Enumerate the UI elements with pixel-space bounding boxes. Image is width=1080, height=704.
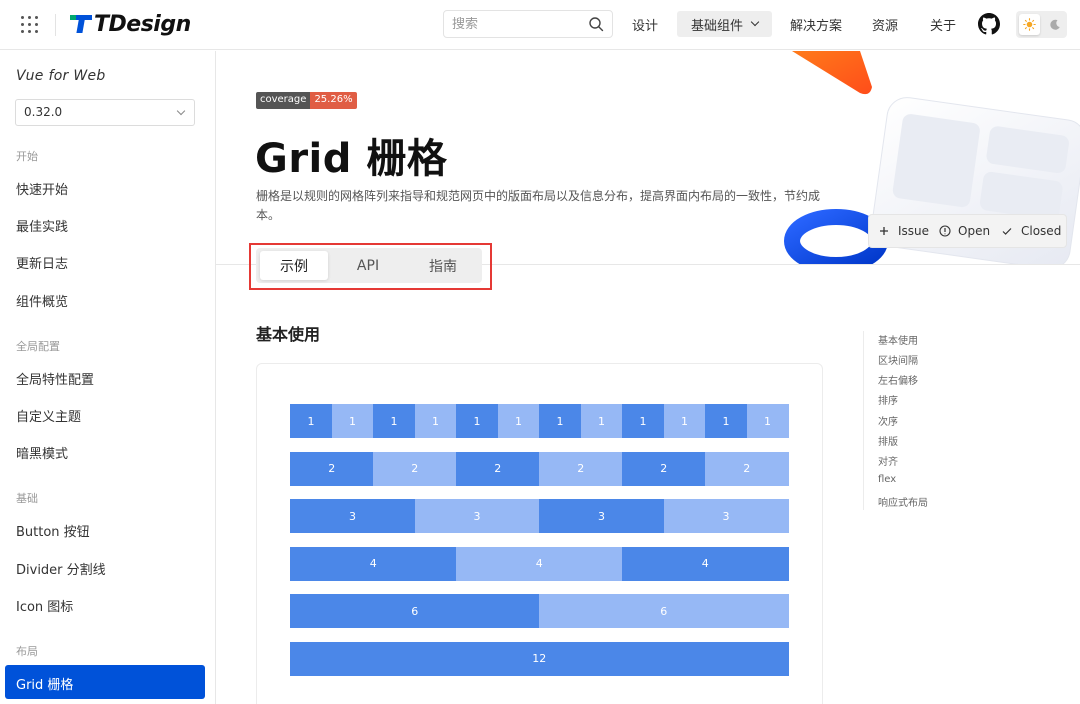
coverage-badge: coverage 25.26% (256, 92, 357, 109)
grid-row: 66 (290, 594, 789, 628)
grid-col: 2 (539, 451, 623, 486)
anchor-item-sort[interactable]: 排序 (878, 392, 898, 407)
sidebar-group-basic: 基础 (16, 492, 38, 505)
grid-col: 1 (456, 404, 498, 438)
grid-col: 1 (663, 404, 706, 438)
grid-row: 111111111111 (290, 404, 789, 438)
header-divider (55, 14, 56, 36)
apps-grid-icon[interactable] (20, 15, 40, 35)
grid-col: 2 (290, 451, 374, 486)
grid-col: 2 (456, 451, 540, 486)
sidebar-group-global-config: 全局配置 (16, 340, 60, 353)
grid-col: 1 (539, 404, 581, 438)
sidebar-item-divider[interactable]: Divider 分割线 (16, 559, 106, 578)
anchor-item-align[interactable]: 对齐 (878, 453, 898, 468)
grid-row: 444 (290, 546, 789, 581)
tdesign-logo[interactable]: TDesign (70, 9, 191, 39)
top-header: TDesign 设计 基础组件 解决方案 资源 关于 (0, 0, 1080, 50)
sidebar-item-custom-theme[interactable]: 自定义主题 (16, 406, 81, 425)
issue-bar: Issue Open Closed (868, 214, 1067, 248)
nav-resources[interactable]: 资源 (864, 11, 906, 37)
tab-highlight-box (249, 243, 492, 290)
sidebar-item-quick-start[interactable]: 快速开始 (16, 179, 68, 198)
grid-col: 2 (622, 451, 706, 486)
moon-icon[interactable] (1045, 14, 1065, 35)
grid-row: 3333 (290, 499, 789, 533)
version-select[interactable]: 0.32.0 (15, 99, 195, 126)
anchor-item-order[interactable]: 次序 (878, 413, 898, 428)
sidebar-item-grid[interactable]: Grid 栅格 (5, 665, 205, 699)
github-icon[interactable] (978, 13, 1000, 35)
search-icon[interactable] (588, 16, 604, 32)
sidebar-item-icon[interactable]: Icon 图标 (16, 596, 73, 615)
logo-text: TDesign (94, 11, 191, 37)
grid-col: 1 (414, 404, 457, 438)
grid-col: 1 (746, 404, 789, 438)
grid-col: 6 (290, 594, 540, 628)
nav-about[interactable]: 关于 (922, 11, 964, 37)
grid-col: 2 (705, 451, 789, 486)
grid-col: 3 (539, 499, 664, 533)
grid-col: 3 (290, 499, 415, 533)
anchor-item-layout[interactable]: 排版 (878, 433, 898, 448)
anchor-item-gutter[interactable]: 区块间隔 (878, 352, 918, 367)
page-title: Grid 栅格 (255, 136, 448, 182)
grid-row: 222222 (290, 451, 789, 486)
sidebar-item-button[interactable]: Button 按钮 (16, 521, 90, 540)
info-circle-icon (939, 225, 951, 237)
anchor-line (863, 331, 864, 510)
check-icon (1002, 228, 1012, 235)
chevron-down-icon (176, 106, 186, 116)
badge-label: coverage (256, 92, 311, 109)
nav-design[interactable]: 设计 (624, 11, 666, 37)
grid-col: 12 (290, 641, 789, 676)
anchor-item-flex[interactable]: flex (878, 474, 896, 485)
section-title: 基本使用 (256, 325, 321, 344)
closed-issues-button[interactable]: Closed (1001, 224, 1061, 238)
anchor-item-offset[interactable]: 左右偏移 (878, 372, 918, 387)
page-description: 栅格是以规则的网格阵列来指导和规范网页中的版面布局以及信息分布，提高界面内布局的… (256, 189, 821, 222)
grid-col: 1 (705, 404, 747, 438)
nav-components[interactable]: 基础组件 (677, 11, 772, 37)
badge-value: 25.26% (310, 92, 357, 109)
search-box[interactable] (443, 10, 613, 38)
issue-button[interactable]: Issue (879, 224, 929, 238)
sidebar-item-global-config[interactable]: 全局特性配置 (16, 369, 94, 388)
grid-row: 12 (290, 641, 789, 676)
grid-col: 3 (663, 499, 789, 533)
sun-icon[interactable] (1019, 14, 1040, 35)
grid-col: 4 (622, 546, 789, 581)
grid-col: 4 (290, 546, 457, 581)
grid-col: 6 (539, 594, 789, 628)
open-issues-button[interactable]: Open (939, 224, 990, 238)
sidebar: Vue for Web 0.32.0 开始 快速开始 最佳实践 更新日志 组件概… (0, 51, 216, 704)
sidebar-item-changelog[interactable]: 更新日志 (16, 253, 68, 272)
anchor-item-basic[interactable]: 基本使用 (878, 332, 918, 347)
grid-col: 1 (580, 404, 623, 438)
grid-col: 1 (290, 404, 332, 438)
grid-col: 1 (497, 404, 540, 438)
search-input[interactable] (452, 16, 582, 32)
grid-col: 2 (373, 451, 457, 486)
grid-col: 4 (456, 546, 623, 581)
grid-col: 1 (622, 404, 664, 438)
sidebar-item-best-practice[interactable]: 最佳实践 (16, 216, 68, 235)
sidebar-title: Vue for Web (16, 68, 106, 84)
grid-col: 3 (414, 499, 540, 533)
grid-col: 1 (331, 404, 374, 438)
tdesign-logo-icon (70, 13, 92, 35)
chevron-down-icon (750, 17, 760, 27)
sidebar-item-dark-mode[interactable]: 暗黑模式 (16, 443, 68, 462)
sidebar-group-start: 开始 (16, 150, 38, 163)
sidebar-item-overview[interactable]: 组件概览 (16, 291, 68, 310)
plus-icon (880, 227, 888, 235)
sidebar-group-layout: 布局 (16, 645, 38, 658)
version-value: 0.32.0 (24, 105, 63, 119)
anchor-item-responsive[interactable]: 响应式布局 (878, 494, 928, 509)
nav-solutions[interactable]: 解决方案 (784, 11, 848, 37)
grid-col: 1 (373, 404, 415, 438)
theme-toggle[interactable] (1016, 11, 1067, 38)
